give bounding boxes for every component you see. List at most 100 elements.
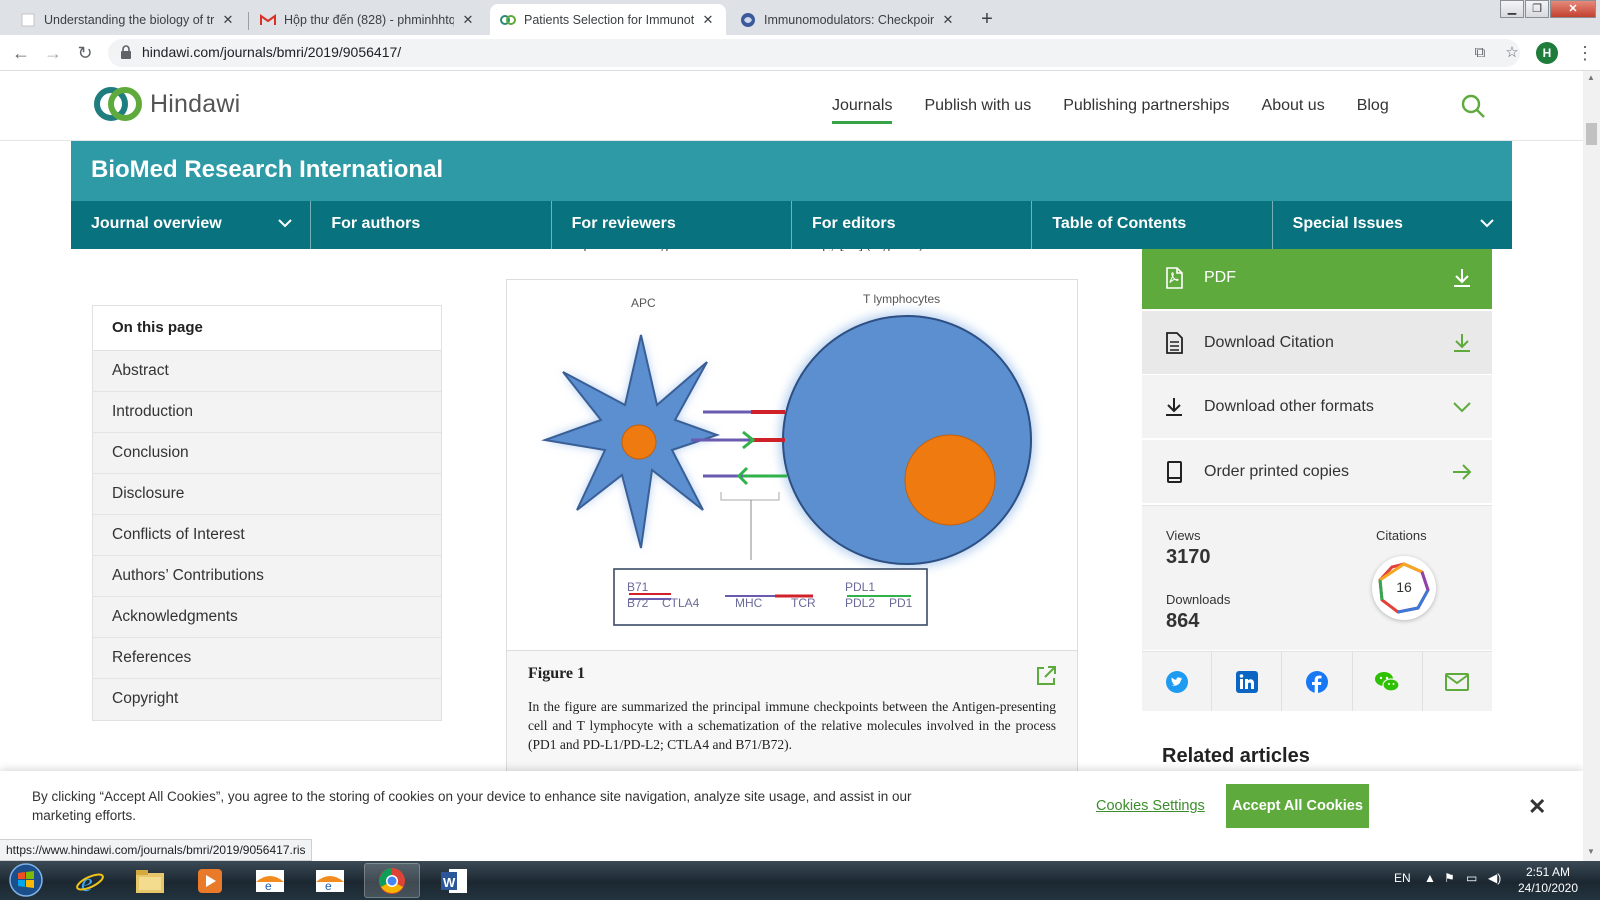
journal-nav-table-of-contents[interactable]: Table of Contents: [1032, 201, 1273, 249]
share-twitter[interactable]: [1142, 652, 1213, 711]
close-icon[interactable]: ✕: [1528, 794, 1546, 820]
hindawi-logo[interactable]: Hindawi: [92, 84, 240, 124]
email-icon: [1445, 672, 1470, 691]
site-nav: Journals Publish with us Publishing part…: [832, 97, 1421, 124]
forward-arrow-icon[interactable]: →: [42, 42, 64, 64]
logo-text: Hindawi: [150, 89, 241, 118]
search-icon[interactable]: [1460, 93, 1486, 119]
share-linkedin[interactable]: [1212, 652, 1283, 711]
network-icon[interactable]: ▭: [1466, 871, 1477, 885]
toc-item-copyright[interactable]: Copyright: [93, 679, 441, 720]
address-bar-url[interactable]: hindawi.com/journals/bmri/2019/9056417/: [142, 44, 401, 60]
taskbar-app-icon[interactable]: e: [302, 863, 358, 898]
blank-page-icon: [20, 12, 36, 28]
book-icon: [1167, 460, 1182, 483]
journal-title[interactable]: BioMed Research International: [91, 156, 443, 184]
share-facebook[interactable]: [1282, 652, 1353, 711]
taskbar-clock[interactable]: 2:51 AM 24/10/2020: [1510, 864, 1586, 896]
browser-tab-title: Hộp thư đến (828) - phminhhtqt: [284, 12, 454, 27]
download-citation-button[interactable]: Download Citation: [1142, 311, 1492, 374]
views-label: Views: [1166, 528, 1201, 543]
download-other-formats-button[interactable]: Download other formats: [1142, 375, 1492, 438]
tray-expand-icon[interactable]: ▲: [1424, 871, 1436, 885]
close-icon[interactable]: ✕: [460, 12, 476, 28]
journal-nav: Journal overview For authors For reviewe…: [71, 201, 1512, 249]
restore-button[interactable]: ❐: [1525, 0, 1549, 18]
download-icon: [1454, 269, 1470, 287]
taskbar-explorer-icon[interactable]: [122, 863, 178, 898]
journal-nav-for-reviewers[interactable]: For reviewers: [552, 201, 792, 249]
address-bar[interactable]: hindawi.com/journals/bmri/2019/9056417/ …: [108, 39, 1520, 67]
browser-tab[interactable]: Hộp thư đến (828) - phminhhtqt ✕: [250, 4, 486, 35]
figure-image[interactable]: APC T lymphocytes B71 B72 CTLA4 MHC TCR …: [506, 279, 1078, 651]
nav-publish-with-us[interactable]: Publish with us: [924, 97, 1031, 124]
svg-text:e: e: [265, 879, 272, 893]
start-button-icon[interactable]: [4, 861, 46, 900]
clock-date: 24/10/2020: [1517, 881, 1579, 895]
close-icon[interactable]: ✕: [700, 12, 716, 28]
reload-icon[interactable]: ↻: [74, 42, 96, 64]
toc-item-disclosure[interactable]: Disclosure: [93, 474, 441, 515]
legend-pd1: PD1: [889, 596, 913, 610]
action-center-icon[interactable]: ⚑: [1444, 871, 1455, 885]
journal-nav-for-editors[interactable]: For editors: [792, 201, 1033, 249]
toc-item-acknowledgments[interactable]: Acknowledgments: [93, 597, 441, 638]
close-icon[interactable]: ✕: [220, 12, 236, 28]
back-arrow-icon[interactable]: ←: [10, 42, 32, 64]
nav-publishing-partnerships[interactable]: Publishing partnerships: [1063, 97, 1229, 124]
toc-item-introduction[interactable]: Introduction: [93, 392, 441, 433]
browser-tab[interactable]: Understanding the biology of trip ✕: [10, 4, 246, 35]
accept-all-cookies-button[interactable]: Accept All Cookies: [1226, 784, 1369, 828]
journal-nav-overview[interactable]: Journal overview: [71, 201, 312, 249]
toc-item-abstract[interactable]: Abstract: [93, 351, 441, 392]
svg-text:e: e: [325, 879, 332, 893]
share-wechat[interactable]: [1353, 652, 1423, 711]
t-lymphocyte-cell: [782, 315, 1032, 565]
facebook-icon: [1306, 670, 1328, 693]
citations-badge[interactable]: 16: [1372, 556, 1436, 620]
browser-tab-active[interactable]: Patients Selection for Immunothe ✕: [490, 4, 726, 35]
browser-tab-title: Understanding the biology of trip: [44, 12, 214, 27]
browser-menu-icon[interactable]: ⋮: [1576, 42, 1594, 64]
open-external-icon[interactable]: [1035, 665, 1057, 687]
close-icon[interactable]: ✕: [940, 12, 956, 28]
cookie-settings-link[interactable]: Cookies Settings: [1096, 798, 1205, 814]
profile-avatar[interactable]: H: [1536, 42, 1558, 64]
journal-nav-special-issues[interactable]: Special Issues: [1273, 201, 1512, 249]
wechat-icon: [1375, 671, 1400, 692]
toc-item-conclusion[interactable]: Conclusion: [93, 433, 441, 474]
nav-journals[interactable]: Journals: [832, 97, 893, 124]
toc-item-references[interactable]: References: [93, 638, 441, 679]
nav-about-us[interactable]: About us: [1262, 97, 1325, 124]
window-close-button[interactable]: ✕: [1550, 0, 1596, 18]
share-email[interactable]: [1423, 652, 1492, 711]
nav-blog[interactable]: Blog: [1357, 97, 1389, 124]
star-icon[interactable]: ☆: [1504, 45, 1520, 61]
journal-nav-label: Table of Contents: [1052, 215, 1187, 232]
taskbar-ie-icon[interactable]: e: [62, 863, 118, 898]
translate-icon[interactable]: ⧉: [1472, 45, 1488, 61]
scroll-down-arrow-icon[interactable]: ▼: [1587, 847, 1595, 856]
toc-item-conflicts[interactable]: Conflicts of Interest: [93, 515, 441, 556]
journal-nav-label: Journal overview: [91, 215, 222, 232]
taskbar-word-icon[interactable]: W: [426, 863, 482, 898]
scroll-up-arrow-icon[interactable]: ▲: [1587, 73, 1595, 82]
taskbar-media-player-icon[interactable]: [182, 863, 238, 898]
journal-nav-for-authors[interactable]: For authors: [311, 201, 552, 249]
volume-icon[interactable]: ◀): [1488, 871, 1501, 885]
order-printed-copies-button[interactable]: Order printed copies: [1142, 440, 1492, 503]
language-indicator[interactable]: EN: [1394, 871, 1411, 885]
taskbar-app-icon[interactable]: e: [242, 863, 298, 898]
browser-toolbar: ← → ↻ hindawi.com/journals/bmri/2019/905…: [0, 35, 1600, 71]
browser-tab[interactable]: Immunomodulators: Checkpoint ✕: [730, 4, 966, 35]
order-copies-label: Order printed copies: [1204, 462, 1349, 480]
scrollbar-thumb[interactable]: [1586, 123, 1597, 145]
apc-label: APC: [631, 296, 656, 310]
new-tab-button[interactable]: +: [976, 8, 998, 30]
twitter-icon: [1165, 670, 1188, 693]
taskbar-chrome-icon[interactable]: [364, 863, 420, 898]
minimize-button[interactable]: ▁: [1500, 0, 1524, 18]
pdf-download-button[interactable]: PDF: [1142, 246, 1492, 309]
toc-item-contributions[interactable]: Authors’ Contributions: [93, 556, 441, 597]
page-scrollbar[interactable]: ▲ ▼: [1583, 71, 1600, 861]
